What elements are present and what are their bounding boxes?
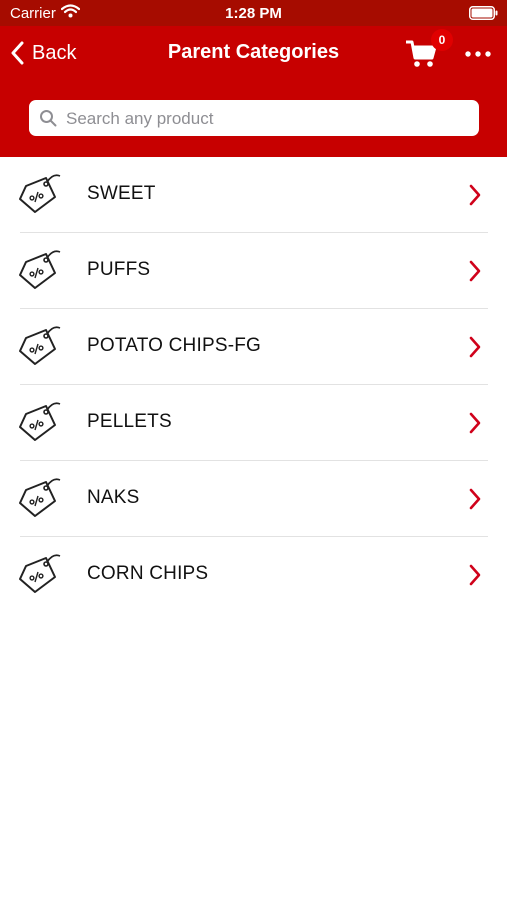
nav-bar: Back Parent Categories 0 bbox=[0, 26, 507, 82]
category-label: POTATO CHIPS-FG bbox=[87, 335, 262, 356]
category-label: NAKS bbox=[87, 487, 140, 508]
search-icon bbox=[40, 110, 57, 127]
price-tag-icon bbox=[19, 478, 61, 517]
price-tag-icon bbox=[19, 174, 61, 213]
search-input[interactable]: Search any product bbox=[29, 100, 479, 136]
category-list: SWEET PUFFS POTATO CHIPS-FG PELLETS NAKS… bbox=[0, 157, 507, 613]
search-placeholder: Search any product bbox=[66, 109, 214, 128]
price-tag-icon bbox=[19, 402, 61, 441]
chevron-right-icon bbox=[469, 260, 481, 282]
chevron-right-icon bbox=[469, 488, 481, 510]
cart-badge: 0 bbox=[431, 29, 453, 51]
category-label: PELLETS bbox=[87, 411, 172, 432]
battery-icon bbox=[469, 6, 498, 20]
price-tag-icon bbox=[19, 326, 61, 365]
status-bar: Carrier 1:28 PM bbox=[0, 0, 507, 26]
chevron-right-icon bbox=[469, 184, 481, 206]
header: Carrier 1:28 PM Back Parent Categories 0 bbox=[0, 0, 507, 157]
list-item[interactable]: PELLETS bbox=[0, 385, 507, 461]
chevron-right-icon bbox=[469, 336, 481, 358]
list-item[interactable]: CORN CHIPS bbox=[0, 537, 507, 613]
category-label: PUFFS bbox=[87, 259, 151, 280]
list-item[interactable]: PUFFS bbox=[0, 233, 507, 309]
price-tag-icon bbox=[19, 250, 61, 289]
more-icon[interactable] bbox=[465, 48, 491, 60]
chevron-right-icon bbox=[469, 564, 481, 586]
list-item[interactable]: NAKS bbox=[0, 461, 507, 537]
list-item[interactable]: SWEET bbox=[0, 157, 507, 233]
price-tag-icon bbox=[19, 554, 61, 593]
list-item[interactable]: POTATO CHIPS-FG bbox=[0, 309, 507, 385]
chevron-right-icon bbox=[469, 412, 481, 434]
status-time: 1:28 PM bbox=[225, 5, 282, 22]
category-label: CORN CHIPS bbox=[87, 563, 209, 584]
category-label: SWEET bbox=[87, 183, 156, 204]
